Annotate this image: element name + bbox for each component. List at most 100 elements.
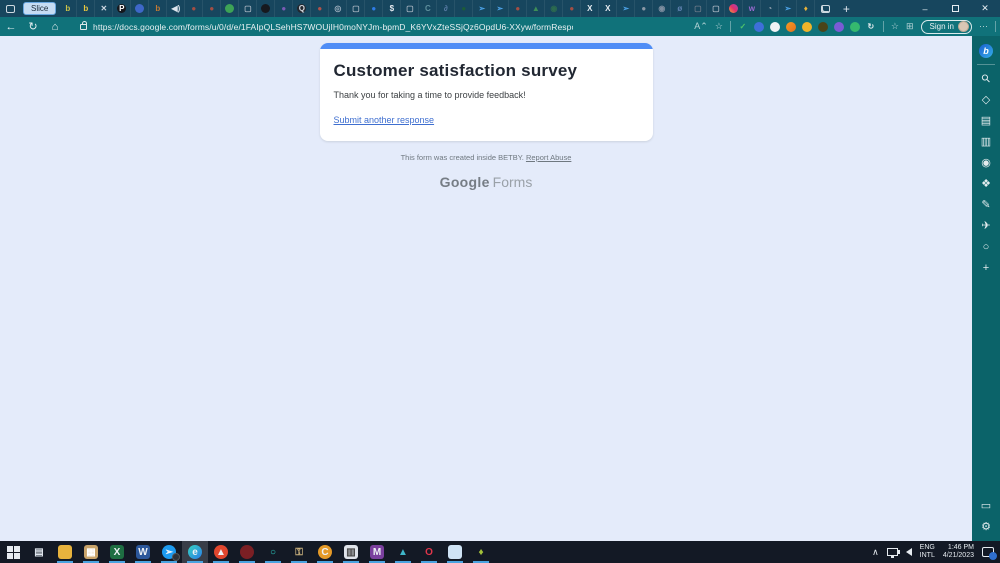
sidebar-tools-icon[interactable]: ▤ bbox=[975, 110, 997, 131]
favicon-tab-twitter[interactable]: ➢ bbox=[779, 0, 797, 17]
sidebar-shape-icon[interactable]: ○ bbox=[975, 236, 997, 257]
tab-slice[interactable]: Slice bbox=[23, 2, 56, 15]
sign-in-button[interactable]: Sign in bbox=[921, 20, 972, 34]
favicon-tab-blue-square[interactable] bbox=[131, 0, 149, 17]
read-aloud-icon[interactable]: A⌃ bbox=[694, 21, 708, 32]
sidebar-panel-icon[interactable]: ▭ bbox=[975, 495, 997, 516]
favicon-tab-instagram[interactable] bbox=[725, 0, 743, 17]
task-view-icon[interactable]: ▤ bbox=[26, 541, 52, 563]
extension-shield[interactable] bbox=[754, 22, 764, 32]
window-app-icon[interactable]: ▥ bbox=[338, 541, 364, 563]
favicon-tab-twitter[interactable]: ➢ bbox=[617, 0, 635, 17]
current-tab-close[interactable]: ✕ bbox=[95, 0, 113, 17]
back-button[interactable]: ← bbox=[0, 21, 22, 33]
favicon-tab-doc[interactable]: ▢ bbox=[347, 0, 365, 17]
sidebar-search-icon[interactable]: ⚲ bbox=[975, 68, 997, 89]
favicon-tab-gray-dot[interactable]: ● bbox=[635, 0, 653, 17]
close-button[interactable]: ✕ bbox=[970, 0, 1000, 17]
favicon-tab-purple-dot[interactable]: ● bbox=[275, 0, 293, 17]
favorites-icon[interactable]: ☆ bbox=[891, 21, 899, 32]
favicon-tab-ring[interactable]: ◎ bbox=[329, 0, 347, 17]
sidebar-compose-icon[interactable]: ✎ bbox=[975, 194, 997, 215]
sidebar-drop-icon[interactable]: ✈ bbox=[975, 215, 997, 236]
extension-dark[interactable] bbox=[818, 22, 828, 32]
sidebar-shopping-icon[interactable]: ◇ bbox=[975, 89, 997, 110]
start-button[interactable] bbox=[0, 541, 26, 563]
key-app-icon[interactable]: ⚿ bbox=[286, 541, 312, 563]
favicon-tab-green-dot[interactable]: ● bbox=[455, 0, 473, 17]
favicon-tab-red-dot[interactable]: ● bbox=[311, 0, 329, 17]
favicon-tab-phi[interactable]: ø bbox=[671, 0, 689, 17]
coin-app-icon[interactable]: C bbox=[312, 541, 338, 563]
favicon-tab-blue-globe[interactable]: ● bbox=[365, 0, 383, 17]
favicon-tab-swirl[interactable]: ∂ bbox=[437, 0, 455, 17]
language-indicator[interactable]: ENG INTL bbox=[920, 544, 935, 560]
submit-another-response-link[interactable]: Submit another response bbox=[334, 115, 435, 125]
favicon-tab-green-triangle[interactable]: ▲ bbox=[527, 0, 545, 17]
address-bar[interactable]: https://docs.google.com/forms/u/0/d/e/1F… bbox=[93, 22, 573, 32]
twitter-icon[interactable]: ➢ bbox=[156, 541, 182, 563]
favicon-tab-green-ring[interactable]: ◉ bbox=[545, 0, 563, 17]
collections-icon[interactable]: ⊞ bbox=[906, 21, 914, 32]
favicon-tab-x[interactable]: X bbox=[599, 0, 617, 17]
sidebar-settings-icon[interactable]: ⚙ bbox=[975, 516, 997, 537]
favicon-tab-dollar[interactable]: $ bbox=[383, 0, 401, 17]
favicon-tab-speaker[interactable]: ◀) bbox=[167, 0, 185, 17]
brave-icon[interactable]: ▲ bbox=[208, 541, 234, 563]
favicon-tab-red-dot[interactable]: ● bbox=[563, 0, 581, 17]
report-abuse-link[interactable]: Report Abuse bbox=[526, 153, 571, 162]
favicon-tab-red-dot[interactable]: ● bbox=[509, 0, 527, 17]
volume-icon[interactable] bbox=[906, 548, 912, 556]
favicon-tab-red-dot[interactable]: ● bbox=[203, 0, 221, 17]
dark-red-app-icon[interactable] bbox=[234, 541, 260, 563]
favicon-tab-p[interactable]: P bbox=[113, 0, 131, 17]
clock[interactable]: 1:46 PM 4/21/2023 bbox=[943, 544, 974, 560]
opera-icon[interactable]: O bbox=[416, 541, 442, 563]
bing-chat-button[interactable]: b bbox=[975, 40, 997, 61]
action-center-icon[interactable] bbox=[982, 547, 994, 557]
favicon-tab-x[interactable]: X bbox=[581, 0, 599, 17]
extension-sync[interactable]: ↻ bbox=[866, 22, 876, 32]
favicon-tab-q[interactable]: Q bbox=[293, 0, 311, 17]
favicon-tab-yellow-diamond[interactable]: ♦ bbox=[797, 0, 815, 17]
favicon-tab-doc[interactable]: ▢ bbox=[707, 0, 725, 17]
favicon-tab-w-purple[interactable]: w bbox=[743, 0, 761, 17]
favicon-tab-doc[interactable]: ▢ bbox=[239, 0, 257, 17]
sidebar-add-icon[interactable]: + bbox=[975, 257, 997, 278]
favicon-tab-c[interactable]: C bbox=[419, 0, 437, 17]
favicon-tab-b-yellow[interactable]: b bbox=[77, 0, 95, 17]
favicon-tab-gray-ring[interactable]: ◉ bbox=[653, 0, 671, 17]
word-icon[interactable]: W bbox=[130, 541, 156, 563]
extension-pie[interactable] bbox=[770, 22, 780, 32]
favicon-tab-b-olive[interactable]: b bbox=[59, 0, 77, 17]
sidebar-apps-icon[interactable]: ❖ bbox=[975, 173, 997, 194]
refresh-button[interactable]: ↻ bbox=[22, 20, 44, 33]
excel-icon[interactable]: X bbox=[104, 541, 130, 563]
purple-m-app-icon[interactable]: M bbox=[364, 541, 390, 563]
extension-green[interactable] bbox=[850, 22, 860, 32]
favicon-tab-b-orange[interactable]: b bbox=[149, 0, 167, 17]
new-tab-button[interactable]: + bbox=[835, 1, 857, 16]
favicon-tab-green-square[interactable] bbox=[221, 0, 239, 17]
tab-list-button[interactable] bbox=[815, 1, 835, 16]
teal-triangle-app-icon[interactable]: ▲ bbox=[390, 541, 416, 563]
extension-check[interactable]: ✓ bbox=[738, 22, 748, 32]
edge-icon[interactable]: e bbox=[182, 541, 208, 563]
minimize-button[interactable]: – bbox=[910, 0, 940, 17]
blue-box-app-icon[interactable] bbox=[442, 541, 468, 563]
favicon-tab-twitter[interactable]: ➢ bbox=[473, 0, 491, 17]
favicon-tab-dark-pill[interactable] bbox=[257, 0, 275, 17]
add-favorite-icon[interactable]: ☆ bbox=[715, 21, 723, 32]
extension-orange[interactable] bbox=[786, 22, 796, 32]
home-button[interactable]: ⌂ bbox=[44, 21, 66, 33]
favicon-tab-clock[interactable]: ◔ bbox=[761, 0, 779, 17]
teal-ring-app-icon[interactable]: ○ bbox=[260, 541, 286, 563]
file-explorer-icon[interactable] bbox=[52, 541, 78, 563]
favicon-tab-doc[interactable]: ▢ bbox=[689, 0, 707, 17]
favicon-tab-twitter[interactable]: ➢ bbox=[491, 0, 509, 17]
store-icon[interactable]: ▦ bbox=[78, 541, 104, 563]
restore-button[interactable] bbox=[940, 0, 970, 17]
sidebar-games-icon[interactable]: ◉ bbox=[975, 152, 997, 173]
settings-menu-icon[interactable]: ⋯ bbox=[979, 21, 988, 32]
tab-actions-button[interactable] bbox=[0, 1, 20, 16]
